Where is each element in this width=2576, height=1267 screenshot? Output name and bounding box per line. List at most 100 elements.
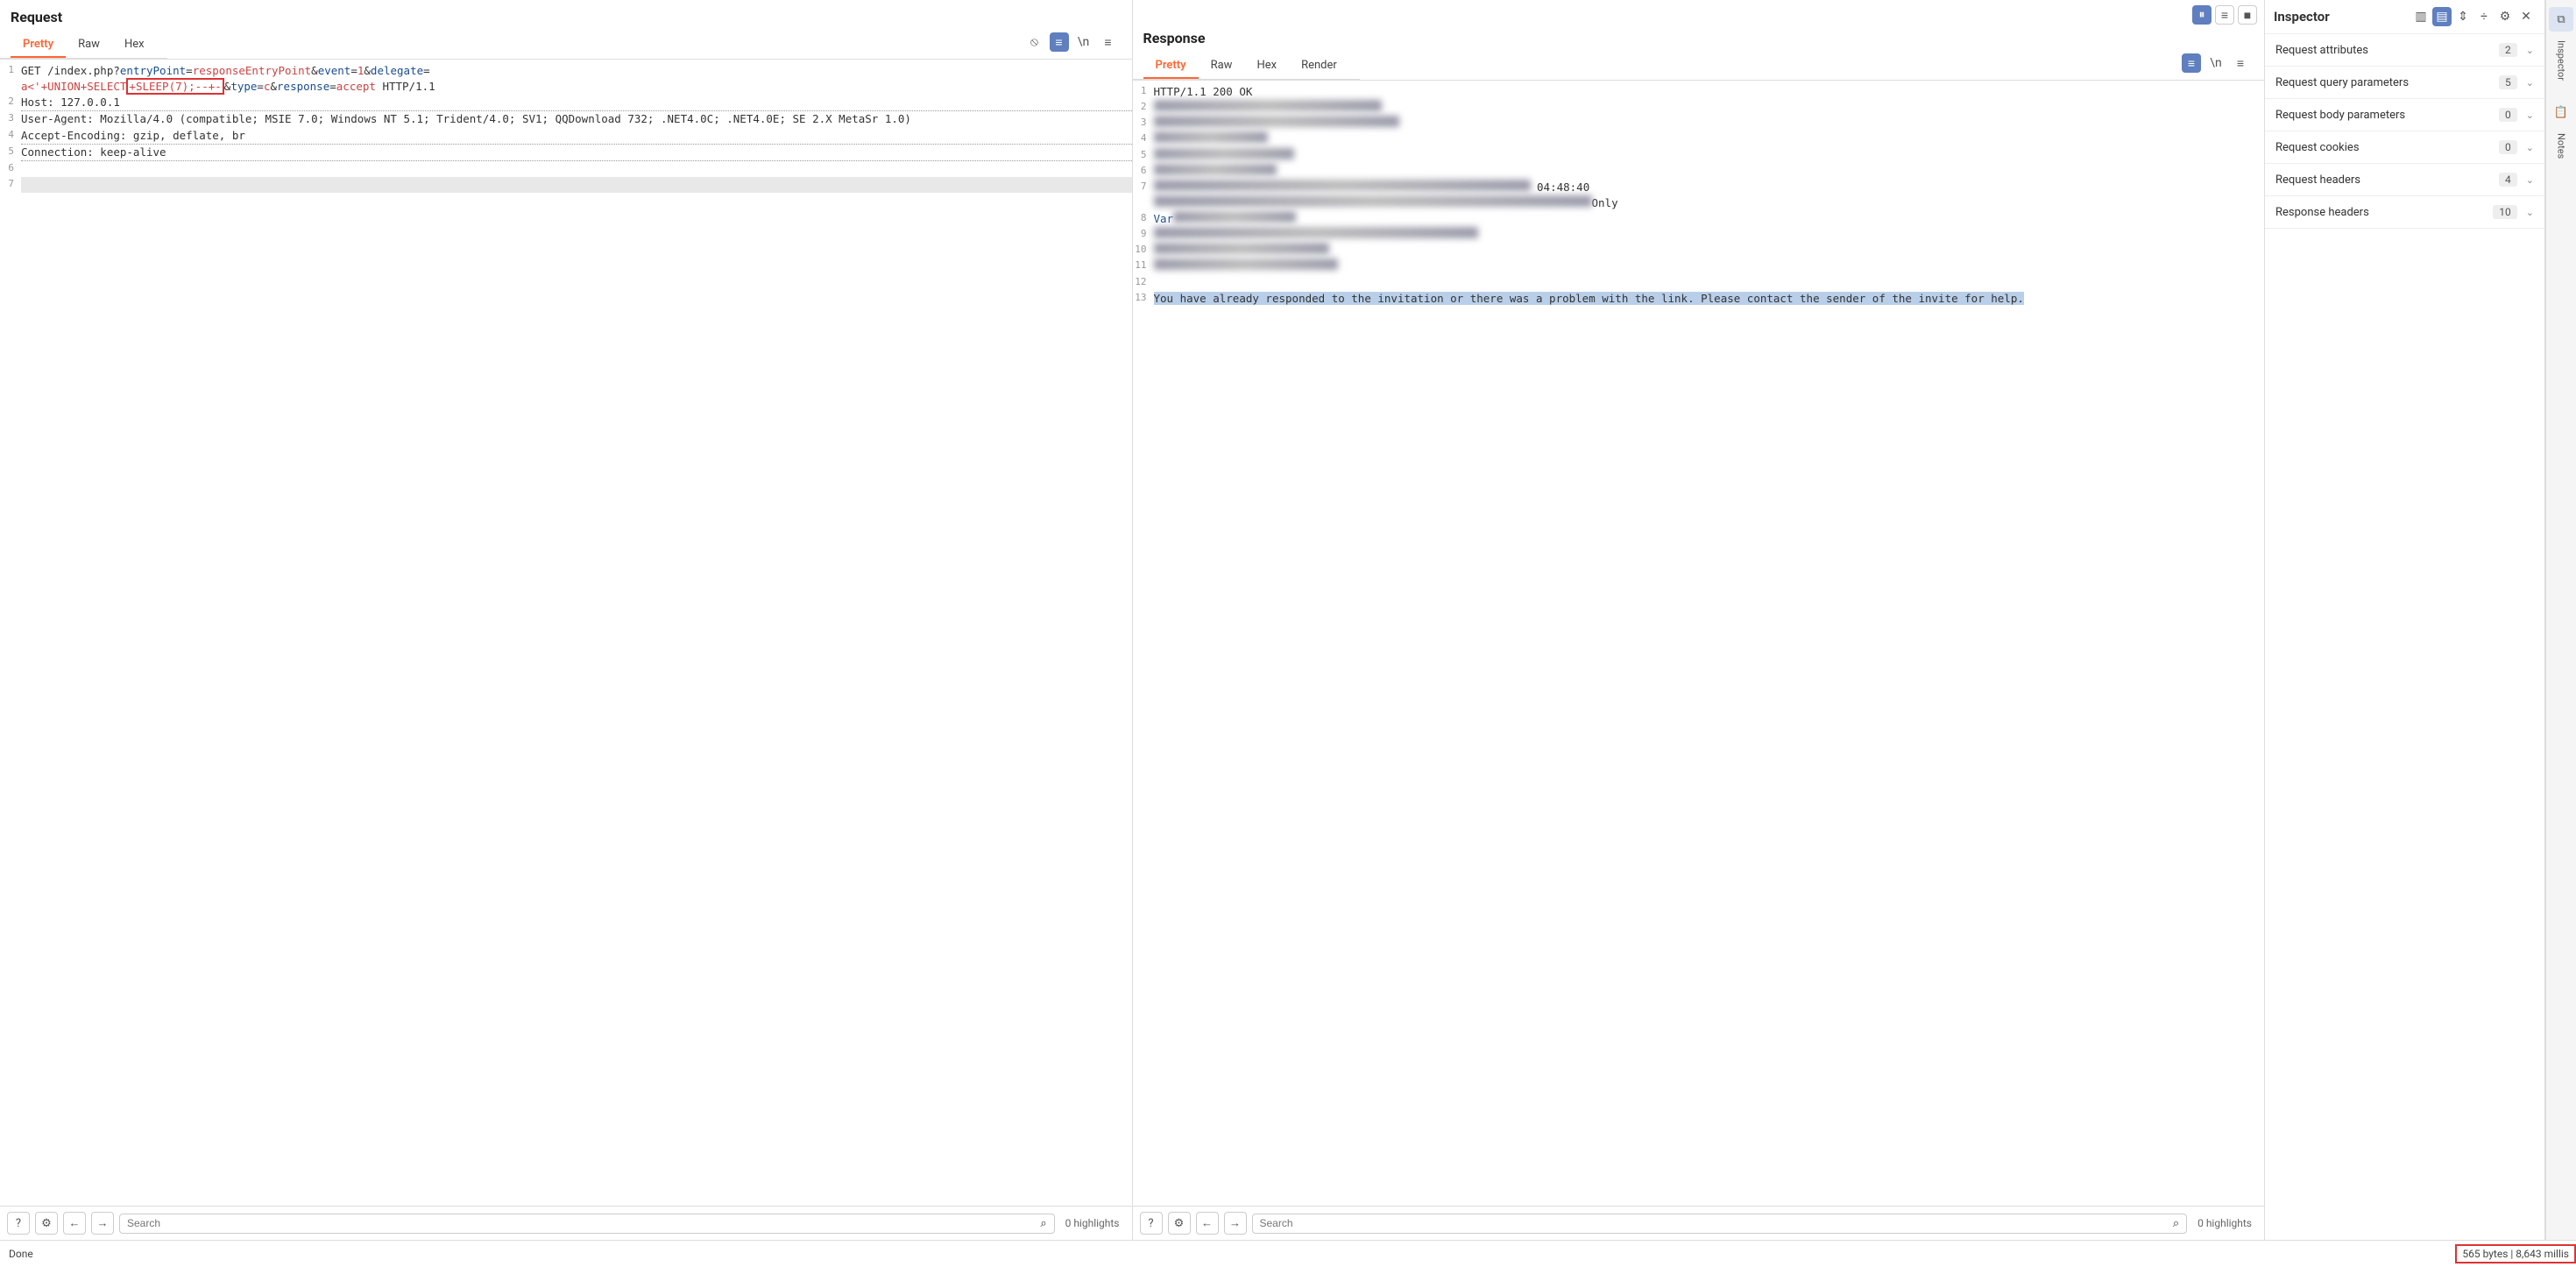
section-count: 0 (2499, 108, 2517, 122)
request-search-input[interactable] (127, 1217, 1040, 1229)
menu-icon[interactable]: ≡ (2231, 53, 2250, 73)
request-tabs: Pretty Raw Hex (0, 25, 167, 59)
request-editor[interactable]: 1GET /index.php?entryPoint=responseEntry… (0, 60, 1132, 1206)
response-status-line: HTTP/1.1 200 OK (1154, 84, 2265, 100)
hide-icon[interactable]: ⦸ (1025, 32, 1044, 52)
beautify-icon[interactable]: ≡ (2182, 53, 2201, 73)
collapse-icon[interactable]: ⇕ (2453, 7, 2473, 26)
tab-raw[interactable]: Raw (1199, 53, 1245, 79)
status-bar: Done 565 bytes | 8,643 millis (0, 1240, 2576, 1267)
gear-icon[interactable]: ⚙ (2495, 7, 2515, 26)
forward-icon[interactable]: → (1224, 1212, 1247, 1235)
request-pane: Request Pretty Raw Hex ⦸ ≡ \n ≡ 1GET /in… (0, 0, 1133, 1240)
gear-icon[interactable]: ⚙ (35, 1212, 58, 1235)
inspector-panel: Inspector ▥ ▤ ⇕ ÷ ⚙ ✕ Request attributes… (2265, 0, 2545, 1240)
chevron-down-icon: ⌄ (2526, 77, 2534, 88)
chevron-down-icon: ⌄ (2526, 174, 2534, 186)
response-editor[interactable]: 1HTTP/1.1 200 OK 2 3 4 5 6 7 04:48:40Onl… (1133, 81, 2265, 1206)
rail-notes[interactable]: 📋 (2549, 100, 2573, 124)
request-title: Request (11, 9, 62, 25)
response-search[interactable]: ⌕ (1252, 1214, 2188, 1234)
redacted-header (1154, 227, 1478, 238)
newline-icon[interactable]: \n (2206, 53, 2226, 73)
redacted-header (1154, 195, 1592, 207)
layout-horizontal-icon[interactable]: ▥ (2411, 7, 2431, 26)
pause-icon[interactable]: ⏸ (2192, 5, 2212, 25)
tab-raw[interactable]: Raw (66, 32, 112, 58)
request-highlights-count: 0 highlights (1060, 1217, 1125, 1229)
section-label: Request cookies (2275, 141, 2360, 154)
request-method-path: GET /index.php? (21, 64, 120, 77)
gear-icon[interactable]: ⚙ (1168, 1212, 1191, 1235)
tab-pretty[interactable]: Pretty (1143, 53, 1199, 79)
menu-icon[interactable]: ≡ (1099, 32, 1118, 52)
tab-render[interactable]: Render (1289, 53, 1349, 79)
redacted-header (1173, 211, 1296, 223)
search-icon[interactable]: ⌕ (2173, 1217, 2179, 1230)
beautify-icon[interactable]: ≡ (1050, 32, 1069, 52)
section-label: Response headers (2275, 206, 2369, 219)
section-count: 4 (2499, 173, 2517, 187)
redacted-header (1154, 131, 1268, 143)
rail-inspector-label: Inspector (2556, 40, 2567, 81)
section-count: 2 (2499, 43, 2517, 57)
inspector-section[interactable]: Request cookies 0 ⌄ (2265, 131, 2544, 164)
response-pane: ⏸ ≡ ■ Response Pretty Raw Hex Render ≡ \… (1133, 0, 2266, 1240)
inspector-section[interactable]: Request attributes 2 ⌄ (2265, 34, 2544, 67)
section-label: Request body parameters (2275, 109, 2405, 122)
redacted-header (1154, 116, 1399, 127)
expand-icon[interactable]: ÷ (2474, 7, 2494, 26)
back-icon[interactable]: ← (1196, 1212, 1219, 1235)
sql-injection-highlight: +SLEEP(7);--+- (126, 78, 223, 95)
bars-icon[interactable]: ≡ (2215, 5, 2234, 25)
response-highlights-count: 0 highlights (2192, 1217, 2257, 1229)
close-icon[interactable]: ✕ (2516, 7, 2536, 26)
redacted-header (1154, 243, 1329, 254)
tab-hex[interactable]: Hex (1244, 53, 1289, 79)
inspector-section[interactable]: Request query parameters5⌄ (2265, 67, 2544, 99)
stop-icon[interactable]: ■ (2238, 5, 2257, 25)
inspector-section[interactable]: Request headers4⌄ (2265, 164, 2544, 196)
help-icon[interactable]: ? (7, 1212, 30, 1235)
right-rail: ⧉ Inspector 📋 Notes (2545, 0, 2576, 1240)
forward-icon[interactable]: → (91, 1212, 114, 1235)
status-done: Done (9, 1248, 33, 1260)
tab-hex[interactable]: Hex (112, 32, 157, 58)
response-search-input[interactable] (1260, 1217, 2173, 1229)
request-footer: ? ⚙ ← → ⌕ 0 highlights (0, 1206, 1132, 1240)
back-icon[interactable]: ← (63, 1212, 86, 1235)
chevron-down-icon: ⌄ (2526, 110, 2534, 121)
section-count: 0 (2499, 140, 2517, 154)
rail-notes-label: Notes (2556, 133, 2567, 159)
response-tabs: Pretty Raw Hex Render (1133, 46, 1360, 80)
section-label: Request attributes (2275, 44, 2368, 57)
rail-inspector[interactable]: ⧉ (2549, 7, 2573, 32)
section-label: Request query parameters (2275, 76, 2409, 89)
layout-vertical-icon[interactable]: ▤ (2432, 7, 2452, 26)
host-header: Host: 127.0.0.1 (21, 95, 1132, 111)
chevron-down-icon: ⌄ (2526, 45, 2534, 56)
response-title: Response (1143, 30, 1206, 46)
tab-pretty[interactable]: Pretty (11, 32, 66, 58)
inspector-section[interactable]: Request body parameters 0 ⌄ (2265, 99, 2544, 131)
inspector-icon: ⧉ (2557, 13, 2565, 26)
response-footer: ? ⚙ ← → ⌕ 0 highlights (1133, 1206, 2265, 1240)
useragent-header: User-Agent: Mozilla/4.0 (compatible; MSI… (21, 111, 1132, 127)
help-icon[interactable]: ? (1140, 1212, 1163, 1235)
newline-icon[interactable]: \n (1074, 32, 1093, 52)
inspector-section[interactable]: Response headers 10 ⌄ (2265, 196, 2544, 229)
status-bytes-time: 565 bytes | 8,643 millis (2455, 1244, 2576, 1263)
section-count: 10 (2493, 205, 2517, 219)
inspector-title: Inspector (2274, 9, 2330, 25)
redacted-header (1154, 164, 1277, 175)
request-search[interactable]: ⌕ (119, 1214, 1055, 1234)
redacted-header (1154, 180, 1531, 191)
redacted-header (1154, 148, 1294, 159)
chevron-down-icon: ⌄ (2526, 142, 2534, 153)
search-icon[interactable]: ⌕ (1040, 1217, 1046, 1230)
connection-header: Connection: keep-alive (21, 145, 1132, 161)
encoding-header: Accept-Encoding: gzip, deflate, br (21, 128, 1132, 145)
chevron-down-icon: ⌄ (2526, 207, 2534, 218)
response-controls: ⏸ ≡ ■ (1133, 0, 2265, 30)
redacted-header (1154, 100, 1382, 111)
